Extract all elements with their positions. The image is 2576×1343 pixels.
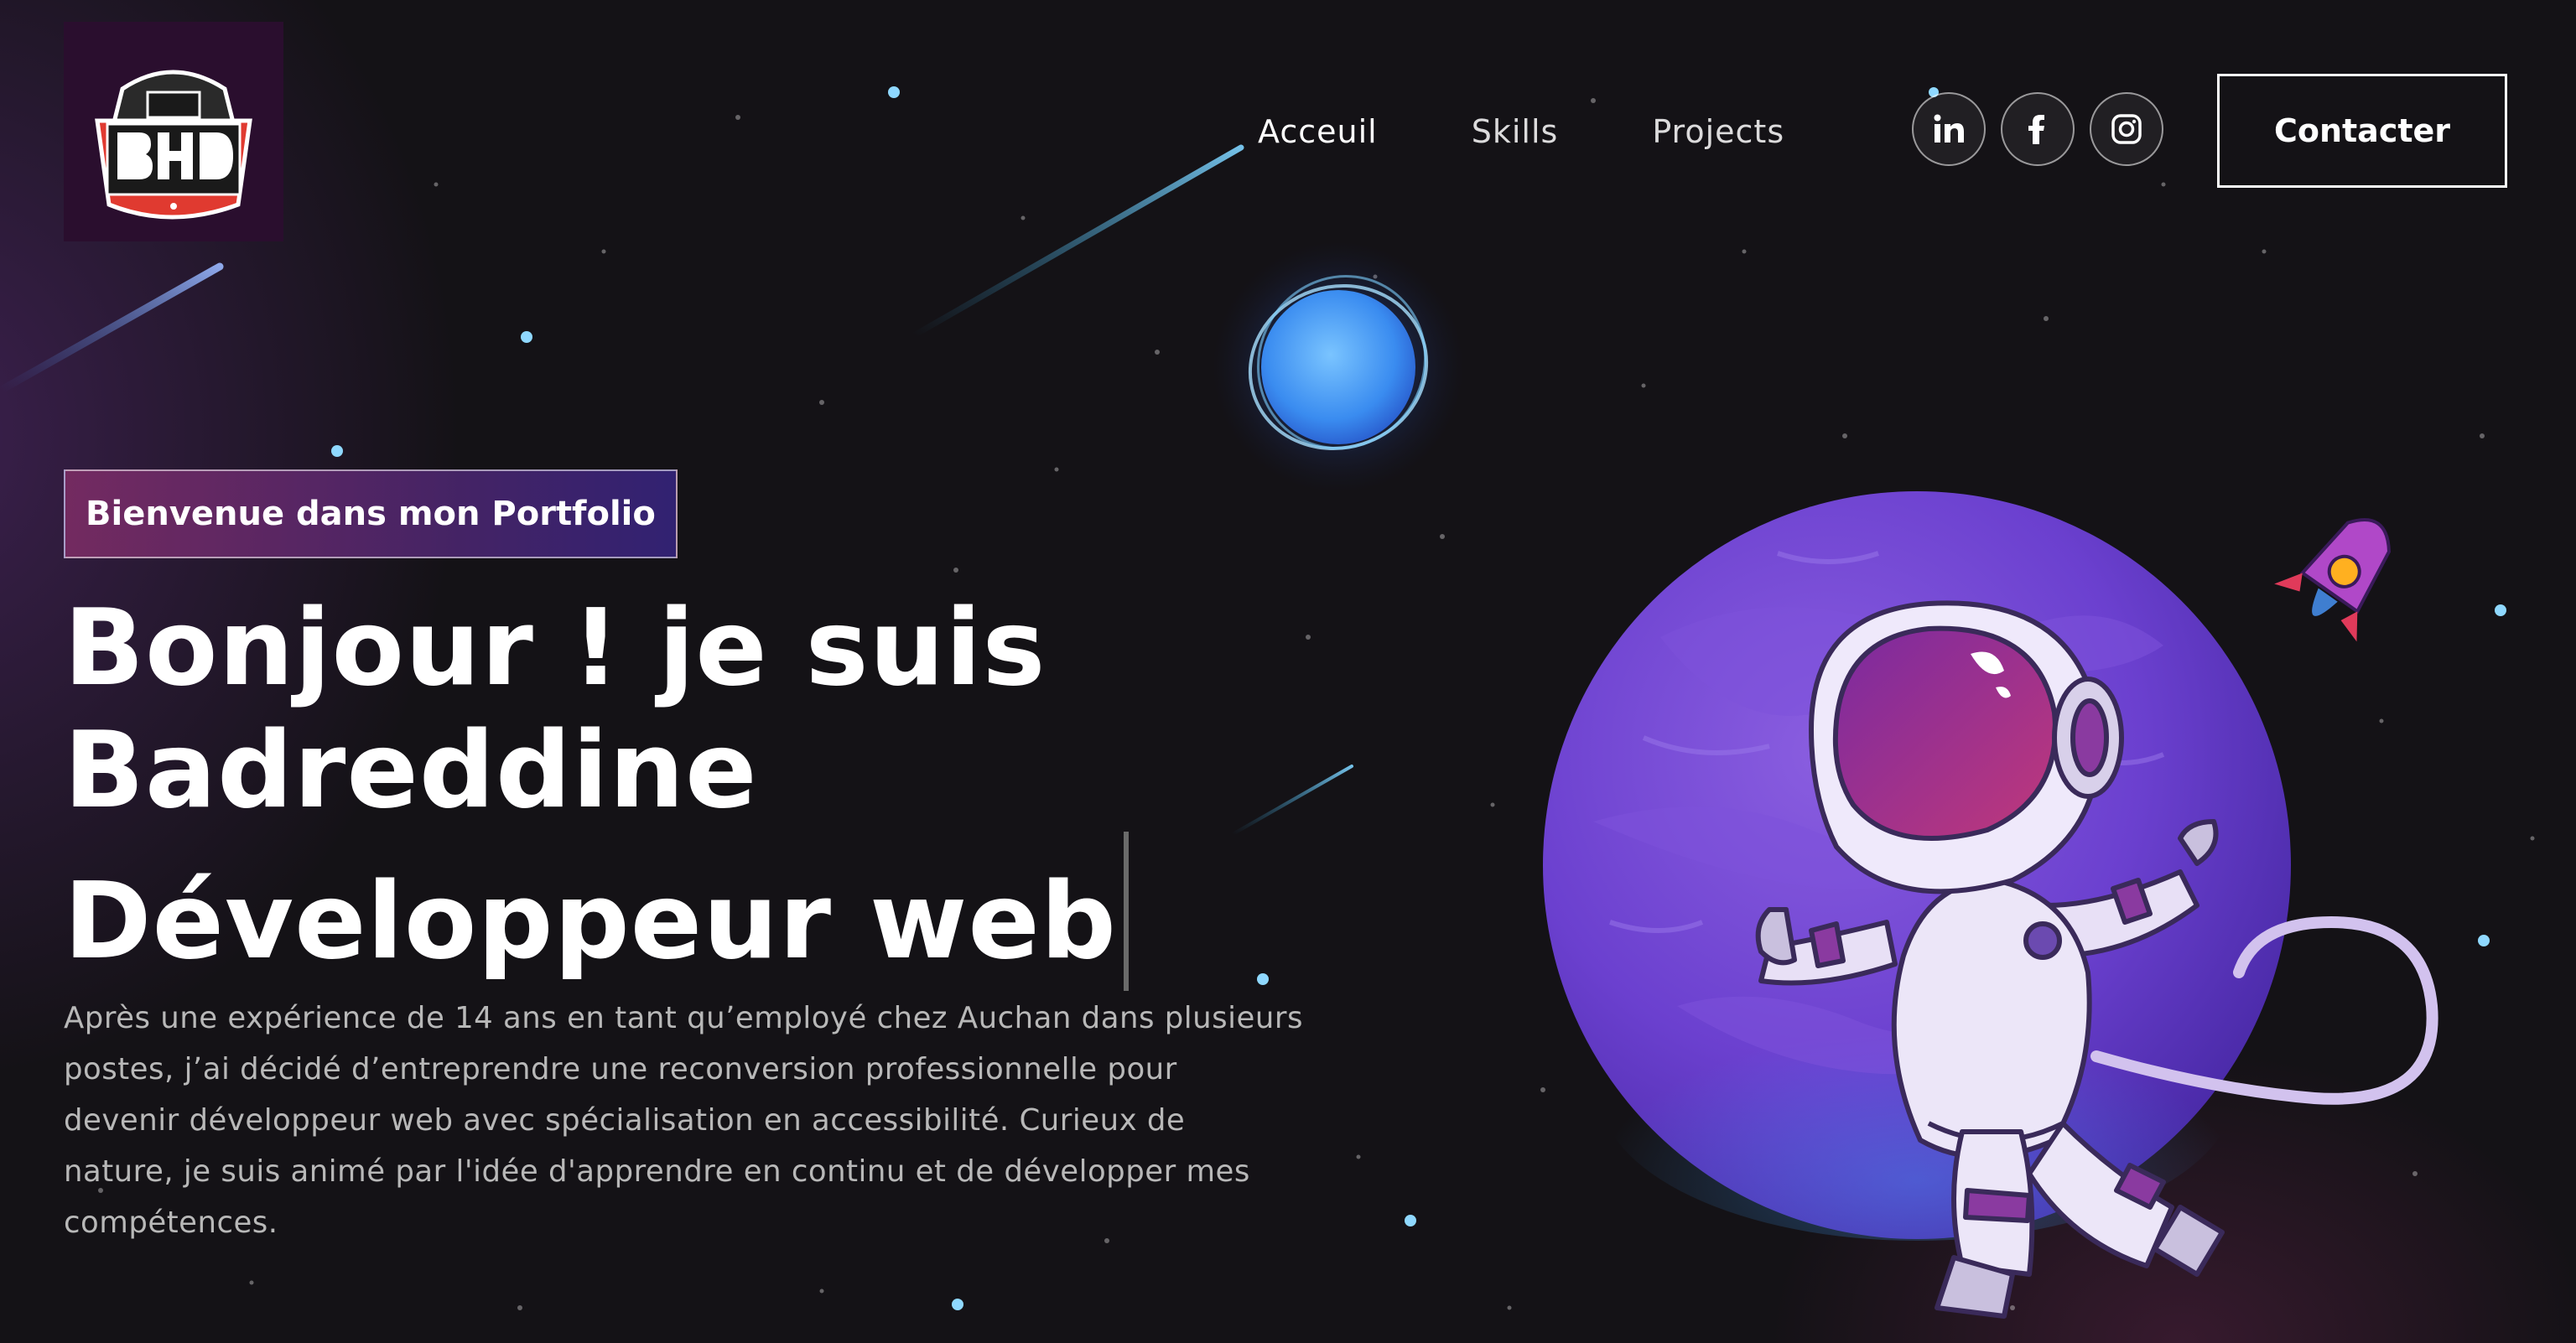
- nav-link-skills[interactable]: Skills: [1472, 113, 1559, 150]
- intro-line-4: nature, je suis animé par l'idée d'appre…: [64, 1154, 1250, 1189]
- nav-link-acceuil[interactable]: Acceuil: [1258, 113, 1378, 150]
- typing-cursor: [1124, 832, 1129, 991]
- hero-intro-paragraph: Après une expérience de 14 ans en tant q…: [64, 993, 1472, 1248]
- facebook-button[interactable]: [2001, 92, 2075, 166]
- facebook-icon: [2028, 115, 2044, 144]
- intro-line-2: postes, j’ai décidé d’entreprendre une r…: [64, 1052, 1177, 1086]
- intro-line-3: devenir développeur web avec spécialisat…: [64, 1103, 1186, 1138]
- instagram-icon: [2111, 114, 2142, 144]
- headline-line-3: Développeur web: [64, 832, 1322, 991]
- welcome-tagline: Bienvenue dans mon Portfolio: [64, 469, 678, 558]
- instagram-button[interactable]: [2090, 92, 2163, 166]
- social-links: [1912, 92, 2163, 166]
- site-logo[interactable]: [64, 22, 283, 241]
- main-nav: Acceuil Skills Projects: [1258, 102, 1784, 161]
- navbar: Acceuil Skills Projects Contacter: [0, 0, 2576, 251]
- headline-typed-text: Développeur web: [64, 859, 1117, 983]
- nav-link-projects[interactable]: Projects: [1652, 113, 1784, 150]
- portfolio-page: Acceuil Skills Projects Contacter Bienve…: [0, 0, 2576, 1343]
- hero-headline: Bonjour ! je suis Badreddine Développeur…: [64, 587, 1322, 991]
- comet-2: [0, 262, 224, 395]
- linkedin-button[interactable]: [1912, 92, 1986, 166]
- contact-button[interactable]: Contacter: [2217, 74, 2507, 188]
- intro-line-1: Après une expérience de 14 ans en tant q…: [64, 1001, 1303, 1035]
- linkedin-icon: [1934, 114, 1964, 143]
- intro-line-5: compétences.: [64, 1206, 278, 1240]
- headline-line-2: Badreddine: [64, 708, 758, 832]
- headline-line-1: Bonjour ! je suis: [64, 586, 1046, 709]
- bhd-logo-icon: [95, 70, 252, 220]
